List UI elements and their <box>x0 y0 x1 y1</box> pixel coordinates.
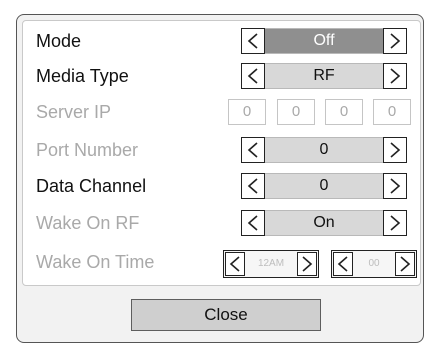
wake-on-rf-label: Wake On RF <box>36 213 140 233</box>
port-number-selector[interactable]: 0 <box>241 137 407 163</box>
chevron-left-icon[interactable] <box>241 173 265 199</box>
media-type-selector[interactable]: RF <box>241 63 407 89</box>
port-number-label: Port Number <box>36 140 139 160</box>
media-type-value: RF <box>313 67 335 84</box>
chevron-right-icon[interactable] <box>383 173 407 199</box>
chevron-left-icon[interactable] <box>241 210 265 236</box>
data-channel-selector[interactable]: 0 <box>241 173 407 199</box>
chevron-right-icon[interactable] <box>383 28 407 54</box>
chevron-left-icon[interactable] <box>241 28 265 54</box>
mode-selector[interactable]: Off <box>241 28 407 54</box>
chevron-right-icon[interactable] <box>395 252 415 276</box>
wake-on-rf-value: On <box>313 214 335 231</box>
server-ip-octet-3[interactable]: 0 <box>325 99 363 125</box>
chevron-right-icon[interactable] <box>383 137 407 163</box>
server-ip-label: Server IP <box>36 102 112 122</box>
chevron-right-icon[interactable] <box>383 63 407 89</box>
chevron-right-icon[interactable] <box>383 210 407 236</box>
data-channel-value: 0 <box>319 177 329 194</box>
mode-label: Mode <box>36 31 82 51</box>
chevron-left-icon[interactable] <box>241 137 265 163</box>
wake-time-minute-selector[interactable]: 00 <box>331 250 417 278</box>
port-number-value: 0 <box>319 141 329 158</box>
close-button[interactable]: Close <box>131 299 321 331</box>
server-ip-octet-2[interactable]: 0 <box>277 99 315 125</box>
wake-on-time-label: Wake On Time <box>36 252 155 272</box>
media-type-label: Media Type <box>36 66 129 86</box>
chevron-left-icon[interactable] <box>241 63 265 89</box>
data-channel-label: Data Channel <box>36 176 147 196</box>
wake-on-rf-selector[interactable]: On <box>241 210 407 236</box>
server-ip-octet-4[interactable]: 0 <box>373 99 411 125</box>
server-ip-octet-1[interactable]: 0 <box>228 99 266 125</box>
settings-dialog: Mode Off Media Type RF Server IP 0 0 0 0… <box>0 0 426 343</box>
mode-value: Off <box>313 32 335 49</box>
chevron-right-icon[interactable] <box>297 252 317 276</box>
chevron-left-icon[interactable] <box>225 252 245 276</box>
chevron-left-icon[interactable] <box>333 252 353 276</box>
wake-time-hour-selector[interactable]: 12AM <box>223 250 319 278</box>
